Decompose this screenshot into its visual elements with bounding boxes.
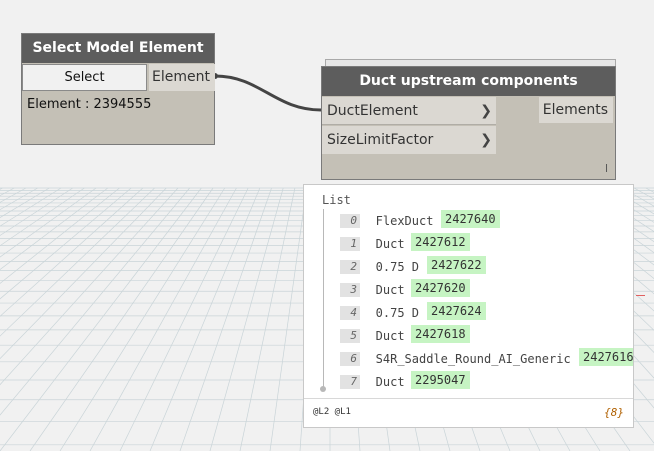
lacing-indicator[interactable]: l	[605, 162, 608, 175]
list-item: 7 Duct 2295047	[340, 371, 470, 389]
item-index: 3	[340, 282, 360, 297]
item-element-id[interactable]: 2427620	[411, 279, 470, 297]
item-type: Duct	[375, 236, 405, 251]
list-item: 3 Duct 2427620	[340, 279, 470, 297]
port-label: DuctElement	[327, 103, 418, 119]
output-port-elements[interactable]: Elements	[539, 97, 613, 123]
output-port-element[interactable]: Element	[149, 64, 215, 91]
list-item: 4 0.75 D 2427624	[340, 302, 486, 320]
list-levels-label: @L2 @L1	[313, 407, 351, 417]
item-element-id[interactable]: 2295047	[411, 371, 470, 389]
item-index: 0	[340, 213, 360, 228]
item-element-id[interactable]: 2427624	[427, 302, 486, 320]
input-port-size-limit-factor[interactable]: SizeLimitFactor ❯	[322, 126, 496, 154]
axis-marker	[636, 295, 645, 296]
list-item: 2 0.75 D 2427622	[340, 256, 486, 274]
input-port-duct-element[interactable]: DuctElement ❯	[322, 97, 496, 125]
list-item: 1 Duct 2427612	[340, 233, 470, 251]
tree-node-dot	[320, 386, 326, 392]
wire-connector	[214, 74, 322, 112]
item-index: 1	[340, 236, 360, 251]
item-type: Duct	[375, 282, 405, 297]
list-item: 5 Duct 2427618	[340, 325, 470, 343]
item-type: 0.75 D	[375, 259, 419, 274]
item-index: 2	[340, 259, 360, 274]
element-value-text: Element : 2394555	[27, 97, 152, 112]
item-element-id[interactable]: 2427622	[427, 256, 486, 274]
item-element-id[interactable]: 2427640	[441, 210, 500, 228]
chevron-right-icon: ❯	[480, 132, 492, 148]
item-index: 6	[340, 351, 360, 366]
item-index: 7	[340, 374, 360, 389]
item-type: S4R_Saddle_Round_AI_Generic	[375, 351, 571, 366]
select-model-element-node[interactable]: Select Model Element Select Element Elem…	[21, 33, 215, 145]
port-label: SizeLimitFactor	[327, 132, 434, 148]
list-title: List	[322, 193, 351, 207]
item-index: 4	[340, 305, 360, 320]
item-element-id[interactable]: 2427618	[411, 325, 470, 343]
tree-line	[323, 209, 324, 389]
item-element-id[interactable]: 2427612	[411, 233, 470, 251]
list-item: 0 FlexDuct 2427640	[340, 210, 500, 228]
chevron-right-icon: ❯	[480, 103, 492, 119]
list-item: 6 S4R_Saddle_Round_AI_Generic 2427616	[340, 348, 633, 366]
node-title: Select Model Element	[22, 34, 214, 63]
item-element-id[interactable]: 2427616	[579, 348, 633, 366]
item-type: Duct	[375, 328, 405, 343]
item-count-badge: {8}	[604, 406, 624, 419]
watch-preview-bubble[interactable]: List 0 FlexDuct 2427640 1 Duct 2427612 2…	[303, 184, 634, 428]
select-button[interactable]: Select	[22, 64, 147, 91]
item-type: 0.75 D	[375, 305, 419, 320]
node-title: Duct upstream components	[322, 67, 615, 96]
item-index: 5	[340, 328, 360, 343]
preview-footer: @L2 @L1 {8}	[304, 398, 633, 427]
duct-upstream-components-node[interactable]: Duct upstream components DuctElement ❯ S…	[321, 66, 616, 180]
item-type: FlexDuct	[375, 213, 434, 228]
item-type: Duct	[375, 374, 405, 389]
